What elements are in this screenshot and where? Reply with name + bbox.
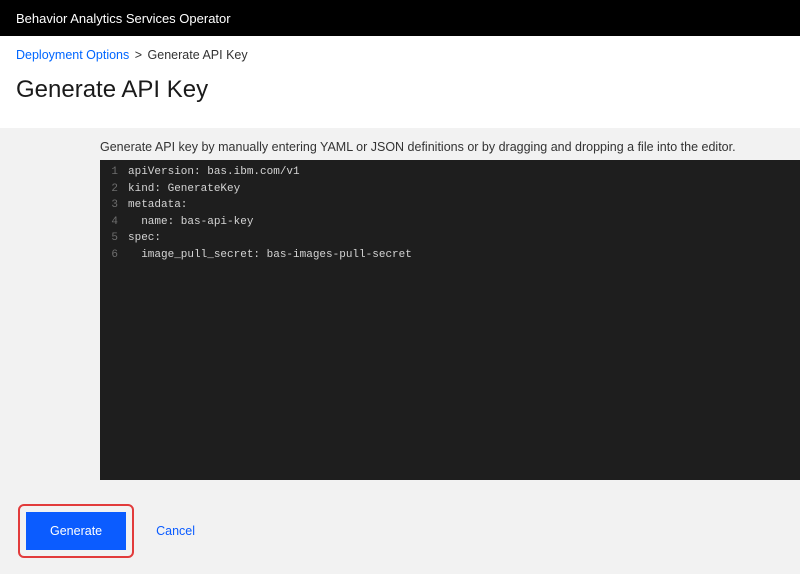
- code-text: apiVersion: bas.ibm.com/v1: [128, 164, 300, 181]
- code-text: name: bas-api-key: [128, 214, 253, 231]
- line-number: 4: [100, 214, 128, 231]
- code-line: 5spec:: [100, 230, 800, 247]
- footer-actions: Generate Cancel: [0, 492, 800, 574]
- title-panel: Deployment Options > Generate API Key Ge…: [0, 36, 800, 128]
- code-text: spec:: [128, 230, 161, 247]
- line-number: 5: [100, 230, 128, 247]
- breadcrumb-link-deployment-options[interactable]: Deployment Options: [16, 48, 129, 62]
- code-line: 2kind: GenerateKey: [100, 181, 800, 198]
- line-number: 6: [100, 247, 128, 264]
- editor-instructions: Generate API key by manually entering YA…: [100, 140, 800, 154]
- line-number: 2: [100, 181, 128, 198]
- cancel-button[interactable]: Cancel: [156, 524, 195, 538]
- code-text: image_pull_secret: bas-images-pull-secre…: [128, 247, 412, 264]
- code-line: 6 image_pull_secret: bas-images-pull-sec…: [100, 247, 800, 264]
- content-region: Generate API key by manually entering YA…: [0, 128, 800, 492]
- code-line: 3metadata:: [100, 197, 800, 214]
- app-header: Behavior Analytics Services Operator: [0, 0, 800, 36]
- page-title: Generate API Key: [16, 76, 784, 104]
- breadcrumb-current: Generate API Key: [148, 48, 248, 62]
- code-text: kind: GenerateKey: [128, 181, 240, 198]
- app-title: Behavior Analytics Services Operator: [16, 11, 231, 26]
- line-number: 3: [100, 197, 128, 214]
- breadcrumb: Deployment Options > Generate API Key: [16, 48, 784, 62]
- yaml-editor[interactable]: 1apiVersion: bas.ibm.com/v12kind: Genera…: [100, 160, 800, 480]
- code-line: 4 name: bas-api-key: [100, 214, 800, 231]
- breadcrumb-separator: >: [135, 48, 142, 62]
- editor-section: Generate API key by manually entering YA…: [100, 128, 800, 492]
- line-number: 1: [100, 164, 128, 181]
- generate-highlight: Generate: [18, 504, 134, 558]
- code-line: 1apiVersion: bas.ibm.com/v1: [100, 164, 800, 181]
- code-text: metadata:: [128, 197, 187, 214]
- generate-button[interactable]: Generate: [26, 512, 126, 550]
